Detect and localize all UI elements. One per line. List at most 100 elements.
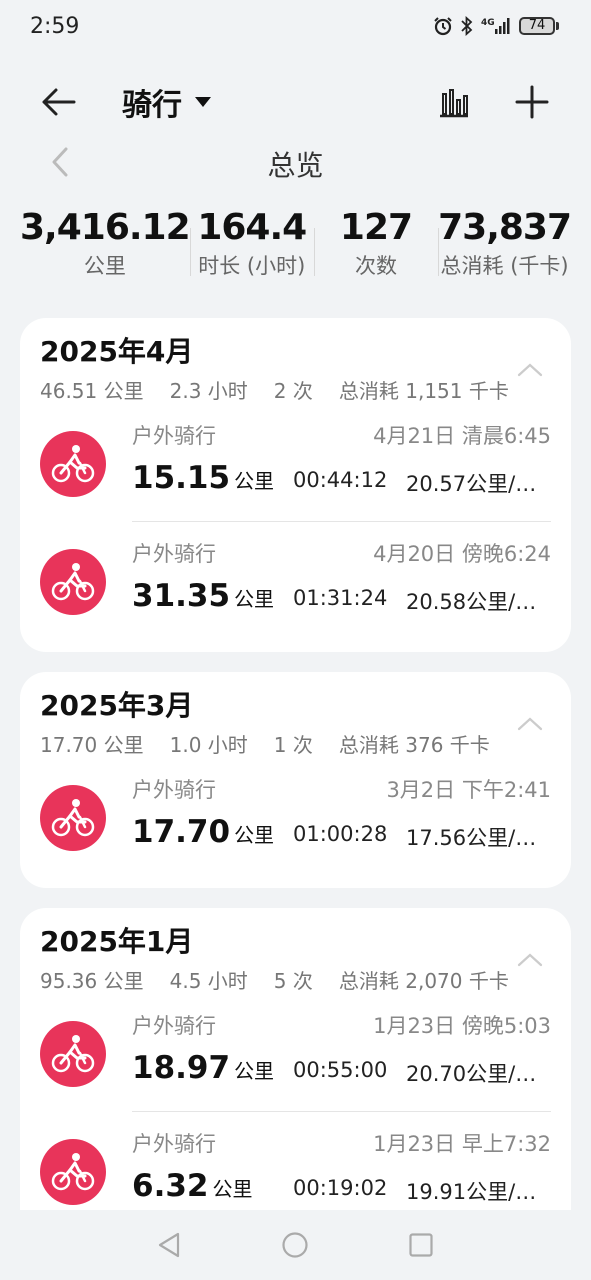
cycling-icon xyxy=(40,1139,106,1205)
record-distance: 17.70 公里 xyxy=(132,812,274,855)
cycling-icon xyxy=(40,785,106,851)
record-type: 户外骑行 xyxy=(132,1132,216,1156)
nav-recents-button[interactable] xyxy=(406,1230,436,1260)
dropdown-caret-icon xyxy=(195,97,211,107)
record-duration: 01:00:28 xyxy=(293,822,388,846)
total-value: 127 xyxy=(339,207,413,248)
chevron-up-icon xyxy=(517,363,543,377)
record-distance: 31.35 公里 xyxy=(132,576,274,619)
month-count: 1 次 xyxy=(273,733,313,757)
record-datetime: 1月23日 傍晚5:03 xyxy=(373,1014,551,1038)
nav-back-button[interactable] xyxy=(154,1230,184,1260)
total-value: 3,416.12 xyxy=(20,207,191,248)
status-bar: 2:59 4G 74 xyxy=(0,0,591,56)
record-distance: 6.32 公里 xyxy=(132,1166,253,1209)
month-header[interactable]: 2025年4月 46.51 公里 2.3 小时 2 次 总消耗 1,151 千卡 xyxy=(20,318,571,404)
record-type: 户外骑行 xyxy=(132,1014,216,1038)
month-calories: 总消耗 2,070 千卡 xyxy=(338,969,509,993)
record-speed: 20.58公里/小时 xyxy=(406,590,541,614)
month-stats: 46.51 公里 2.3 小时 2 次 总消耗 1,151 千卡 xyxy=(40,374,551,408)
add-record-button[interactable] xyxy=(510,80,554,124)
record-distance-value: 17.70 xyxy=(132,814,231,850)
record-distance-value: 31.35 xyxy=(132,578,231,614)
month-card-january: 2025年1月 95.36 公里 4.5 小时 5 次 总消耗 2,070 千卡 户外… xyxy=(20,908,571,1248)
month-count: 2 次 xyxy=(273,379,313,403)
svg-text:4G: 4G xyxy=(481,18,495,28)
month-title: 2025年4月 xyxy=(40,335,194,368)
total-distance: 3,416.12 公里 xyxy=(20,204,191,284)
workout-record[interactable]: 户外骑行 4月21日 清晨6:45 15.15 公里 00:44:12 20.57… xyxy=(20,404,571,522)
sport-picker[interactable]: 骑行 xyxy=(122,80,212,124)
status-icons: 4G 74 xyxy=(433,16,559,36)
statistics-chart-button[interactable] xyxy=(432,80,476,124)
back-button[interactable] xyxy=(36,82,80,122)
record-distance-unit: 公里 xyxy=(234,823,275,847)
record-distance-unit: 公里 xyxy=(234,469,275,493)
totals-summary: 3,416.12 公里 164.4 时长 (小时) 127 次数 73,837 … xyxy=(20,204,572,284)
month-header[interactable]: 2025年3月 17.70 公里 1.0 小时 1 次 总消耗 376 千卡 xyxy=(20,672,571,758)
month-distance: 17.70 公里 xyxy=(40,733,144,757)
system-navigation-bar xyxy=(0,1210,591,1280)
record-distance-unit: 公里 xyxy=(234,587,275,611)
record-distance-unit: 公里 xyxy=(234,1059,275,1083)
month-stats: 95.36 公里 4.5 小时 5 次 总消耗 2,070 千卡 xyxy=(40,964,551,998)
month-distance: 46.51 公里 xyxy=(40,379,144,403)
record-type: 户外骑行 xyxy=(132,542,216,566)
collapse-button[interactable] xyxy=(515,950,545,970)
cycling-icon xyxy=(40,1021,106,1087)
workout-record[interactable]: 户外骑行 4月20日 傍晚6:24 31.35 公里 01:31:24 20.58… xyxy=(20,522,571,640)
month-card-march: 2025年3月 17.70 公里 1.0 小时 1 次 总消耗 376 千卡 户外骑行… xyxy=(20,672,571,888)
record-distance: 18.97 公里 xyxy=(132,1048,274,1091)
top-nav: 骑行 xyxy=(0,70,591,134)
month-title: 2025年1月 xyxy=(40,925,194,958)
total-label: 公里 xyxy=(83,254,126,278)
sport-title: 骑行 xyxy=(122,88,182,123)
record-distance-unit: 公里 xyxy=(212,1177,253,1201)
period-nav: 总览 xyxy=(0,140,591,184)
cycling-icon xyxy=(40,431,106,497)
record-duration: 00:44:12 xyxy=(293,468,388,492)
cycling-icon xyxy=(40,549,106,615)
month-card-april: 2025年4月 46.51 公里 2.3 小时 2 次 总消耗 1,151 千卡 户外… xyxy=(20,318,571,652)
record-speed: 17.56公里/小时 xyxy=(406,826,541,850)
record-type: 户外骑行 xyxy=(132,778,216,802)
record-speed: 20.70公里/小时 xyxy=(406,1062,541,1086)
record-duration: 00:19:02 xyxy=(293,1176,388,1200)
workout-record[interactable]: 户外骑行 3月2日 下午2:41 17.70 公里 01:00:28 17.56公… xyxy=(20,758,571,876)
nav-home-button[interactable] xyxy=(280,1230,310,1260)
total-label: 时长 (小时) xyxy=(198,254,306,278)
record-datetime: 1月23日 早上7:32 xyxy=(373,1132,551,1156)
collapse-button[interactable] xyxy=(515,360,545,380)
record-datetime: 3月2日 下午2:41 xyxy=(386,778,551,802)
plus-icon xyxy=(515,85,549,119)
record-distance-value: 6.32 xyxy=(132,1168,209,1204)
total-label: 次数 xyxy=(354,254,397,278)
record-duration: 00:55:00 xyxy=(293,1058,388,1082)
month-header[interactable]: 2025年1月 95.36 公里 4.5 小时 5 次 总消耗 2,070 千卡 xyxy=(20,908,571,994)
total-count: 127 次数 xyxy=(313,204,438,284)
period-title: 总览 xyxy=(267,149,324,182)
square-recents-icon xyxy=(409,1233,433,1257)
record-speed: 19.91公里/小时 xyxy=(406,1180,541,1204)
month-duration: 2.3 小时 xyxy=(169,379,248,403)
record-distance-value: 15.15 xyxy=(132,460,231,496)
month-calories: 总消耗 376 千卡 xyxy=(338,733,490,757)
workout-record[interactable]: 户外骑行 1月23日 傍晚5:03 18.97 公里 00:55:00 20.70… xyxy=(20,994,571,1112)
battery-icon: 74 xyxy=(519,17,559,35)
month-duration: 1.0 小时 xyxy=(169,733,248,757)
total-calories: 73,837 总消耗 (千卡) xyxy=(438,204,572,284)
alarm-icon xyxy=(433,16,453,36)
back-arrow-icon xyxy=(42,88,76,116)
record-distance: 15.15 公里 xyxy=(132,458,274,501)
record-duration: 01:31:24 xyxy=(293,586,388,610)
bar-chart-icon xyxy=(440,89,468,118)
month-stats: 17.70 公里 1.0 小时 1 次 总消耗 376 千卡 xyxy=(40,728,551,762)
triangle-back-icon xyxy=(158,1232,180,1258)
status-time: 2:59 xyxy=(30,14,80,39)
record-speed: 20.57公里/小时 xyxy=(406,472,541,496)
collapse-button[interactable] xyxy=(515,714,545,734)
bluetooth-icon xyxy=(461,16,473,36)
total-label: 总消耗 (千卡) xyxy=(440,254,569,278)
record-distance-value: 18.97 xyxy=(132,1050,231,1086)
month-title: 2025年3月 xyxy=(40,689,194,722)
